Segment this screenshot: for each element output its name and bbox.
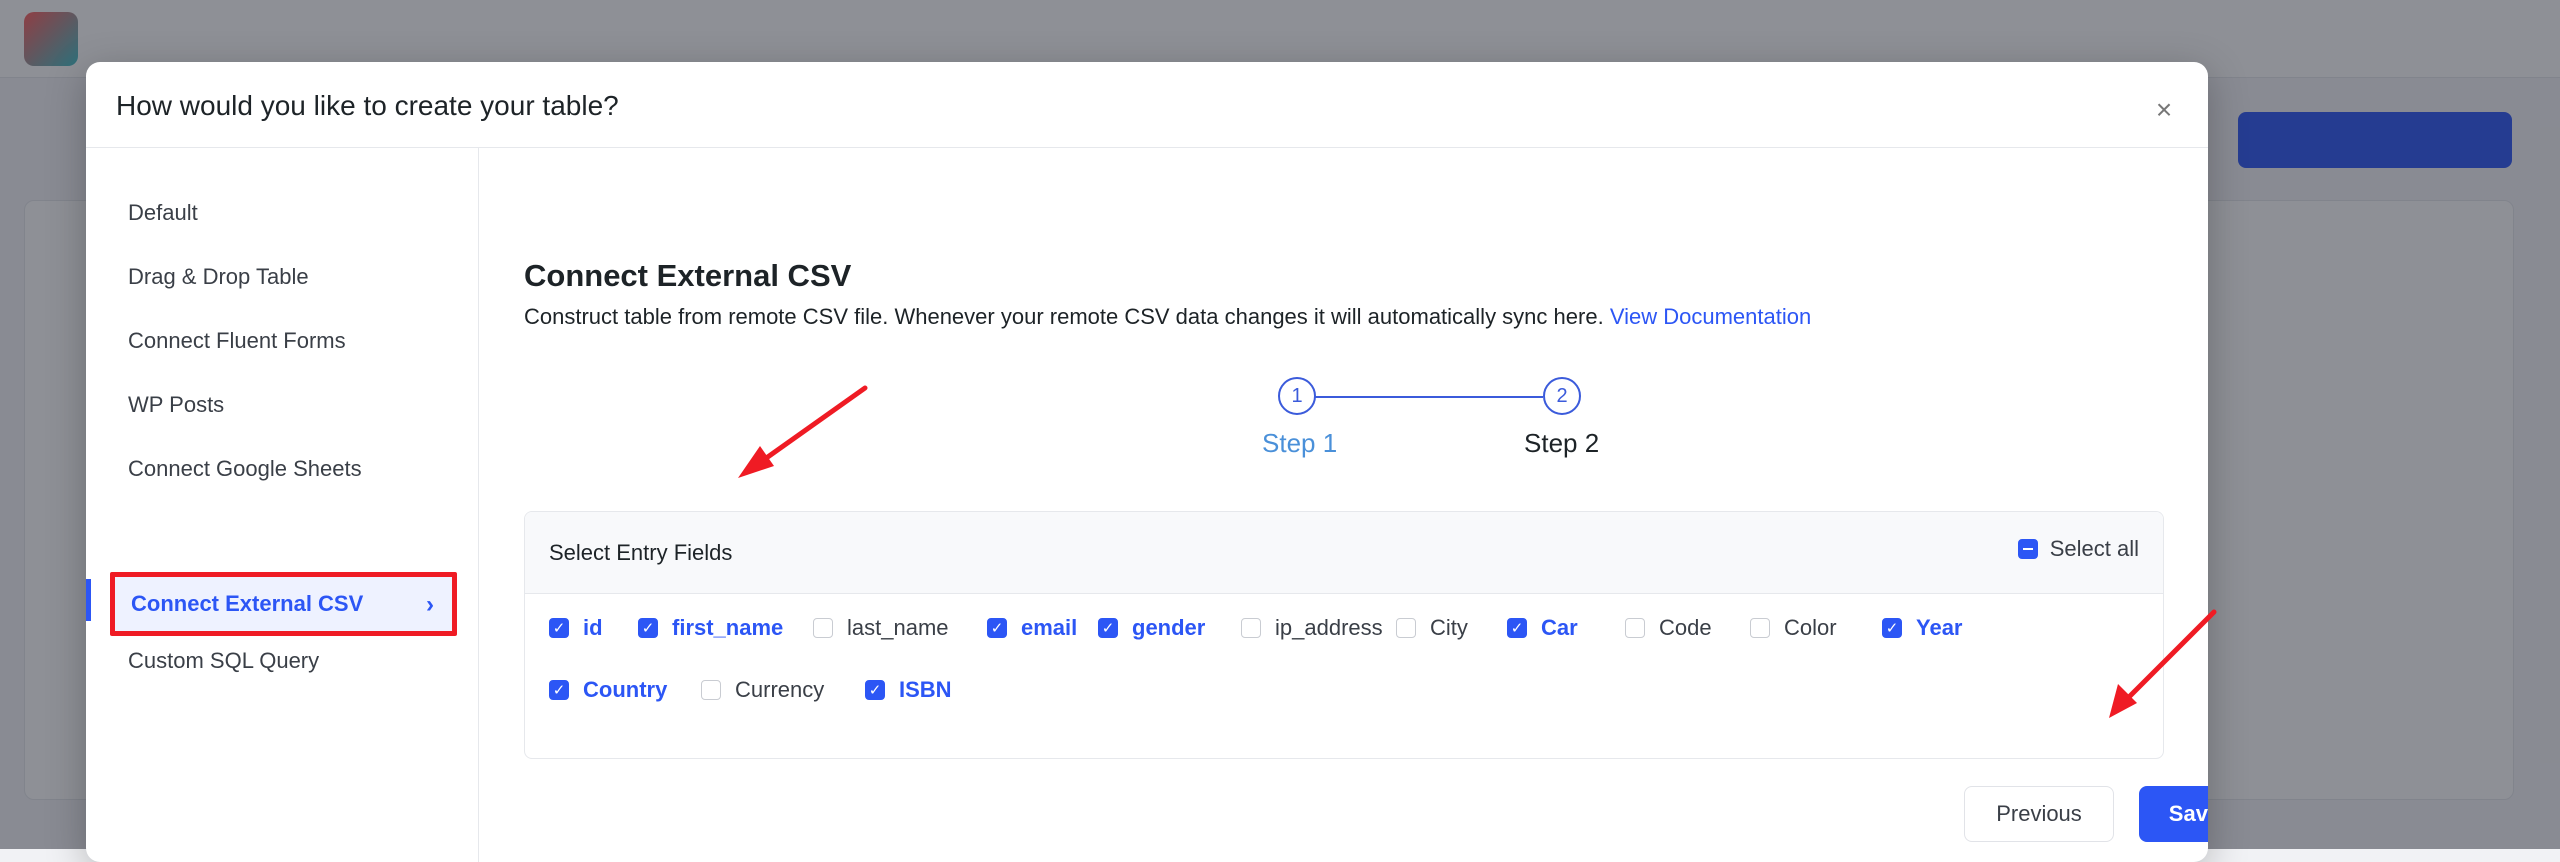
field-checkbox-currency[interactable]: Currency: [701, 677, 824, 703]
field-checkbox-id[interactable]: id: [549, 615, 603, 641]
field-label: Country: [583, 677, 667, 703]
save-button[interactable]: Save: [2139, 786, 2208, 842]
checked-checkbox-icon: [638, 618, 658, 638]
field-label: ISBN: [899, 677, 952, 703]
unchecked-checkbox-icon: [1625, 618, 1645, 638]
field-label: Color: [1784, 615, 1837, 641]
csv-connect-panel: Connect External CSV Construct table fro…: [524, 148, 2164, 862]
field-checkbox-color[interactable]: Color: [1750, 615, 1837, 641]
unchecked-checkbox-icon: [1750, 618, 1770, 638]
sidebar-item-connect-google-sheets[interactable]: Connect Google Sheets: [128, 449, 458, 489]
previous-button[interactable]: Previous: [1964, 786, 2114, 842]
modal-title: How would you like to create your table?: [116, 90, 619, 122]
chevron-right-icon: ›: [426, 591, 434, 619]
field-label: City: [1430, 615, 1468, 641]
field-label: Car: [1541, 615, 1578, 641]
select-all-label: Select all: [2050, 536, 2139, 562]
field-label: Currency: [735, 677, 824, 703]
checked-checkbox-icon: [1507, 618, 1527, 638]
active-indicator: [86, 579, 91, 621]
entry-fields-box: Select Entry Fields Select all id first_n…: [524, 511, 2164, 759]
entry-fields-heading: Select Entry Fields: [549, 540, 732, 566]
field-label: last_name: [847, 615, 949, 641]
sidebar-item-drag-drop-table[interactable]: Drag & Drop Table: [128, 257, 458, 297]
field-checkbox-country[interactable]: Country: [549, 677, 667, 703]
field-checkbox-gender[interactable]: gender: [1098, 615, 1205, 641]
step-1-circle[interactable]: 1: [1278, 377, 1316, 415]
close-icon[interactable]: ×: [2150, 96, 2178, 124]
sidebar-item-label: Drag & Drop Table: [128, 264, 309, 290]
unchecked-checkbox-icon: [701, 680, 721, 700]
field-checkbox-car[interactable]: Car: [1507, 615, 1578, 641]
field-checkbox-email[interactable]: email: [987, 615, 1077, 641]
step-connector: [1315, 396, 1543, 398]
create-table-modal: How would you like to create your table?…: [86, 62, 2208, 862]
field-checkbox-city[interactable]: City: [1396, 615, 1468, 641]
checked-checkbox-icon: [549, 618, 569, 638]
field-checkbox-isbn[interactable]: ISBN: [865, 677, 952, 703]
checked-checkbox-icon: [987, 618, 1007, 638]
unchecked-checkbox-icon: [1396, 618, 1416, 638]
field-label: email: [1021, 615, 1077, 641]
sidebar-item-label: Custom SQL Query: [128, 648, 319, 674]
field-label: Code: [1659, 615, 1712, 641]
checked-checkbox-icon: [865, 680, 885, 700]
unchecked-checkbox-icon: [1241, 618, 1261, 638]
field-checkbox-year[interactable]: Year: [1882, 615, 1963, 641]
checked-checkbox-icon: [1098, 618, 1118, 638]
modal-header: How would you like to create your table?…: [86, 62, 2208, 148]
sidebar-item-label: Connect External CSV: [131, 591, 363, 617]
sidebar-item-default[interactable]: Default: [128, 193, 458, 233]
field-label: first_name: [672, 615, 783, 641]
step-2-circle[interactable]: 2: [1543, 377, 1581, 415]
checked-checkbox-icon: [549, 680, 569, 700]
field-label: ip_address: [1275, 615, 1383, 641]
field-label: Year: [1916, 615, 1963, 641]
sidebar-item-label: WP Posts: [128, 392, 224, 418]
sidebar-item-label: Default: [128, 200, 198, 226]
unchecked-checkbox-icon: [813, 618, 833, 638]
sidebar-item-wp-posts[interactable]: WP Posts: [128, 385, 458, 425]
field-checkbox-ip-address[interactable]: ip_address: [1241, 615, 1383, 641]
field-label: gender: [1132, 615, 1205, 641]
field-checkbox-code[interactable]: Code: [1625, 615, 1712, 641]
sidebar-item-connect-fluent-forms[interactable]: Connect Fluent Forms: [128, 321, 458, 361]
sidebar-item-label: Connect Google Sheets: [128, 456, 362, 482]
indeterminate-checkbox-icon: [2018, 539, 2038, 559]
entry-fields-header: Select Entry Fields Select all: [525, 512, 2163, 594]
field-checkbox-first-name[interactable]: first_name: [638, 615, 783, 641]
creation-method-sidebar: Default Drag & Drop Table Connect Fluent…: [86, 148, 479, 862]
select-all-checkbox[interactable]: Select all: [2018, 536, 2139, 562]
checked-checkbox-icon: [1882, 618, 1902, 638]
field-label: id: [583, 615, 603, 641]
sidebar-item-connect-external-csv[interactable]: Connect External CSV ›: [110, 572, 457, 636]
step-2-label: Step 2: [1524, 428, 1599, 459]
step-1-label: Step 1: [1262, 428, 1337, 459]
sidebar-item-custom-sql-query[interactable]: Custom SQL Query: [128, 641, 458, 681]
sidebar-item-label: Connect Fluent Forms: [128, 328, 346, 354]
field-checkbox-last-name[interactable]: last_name: [813, 615, 949, 641]
